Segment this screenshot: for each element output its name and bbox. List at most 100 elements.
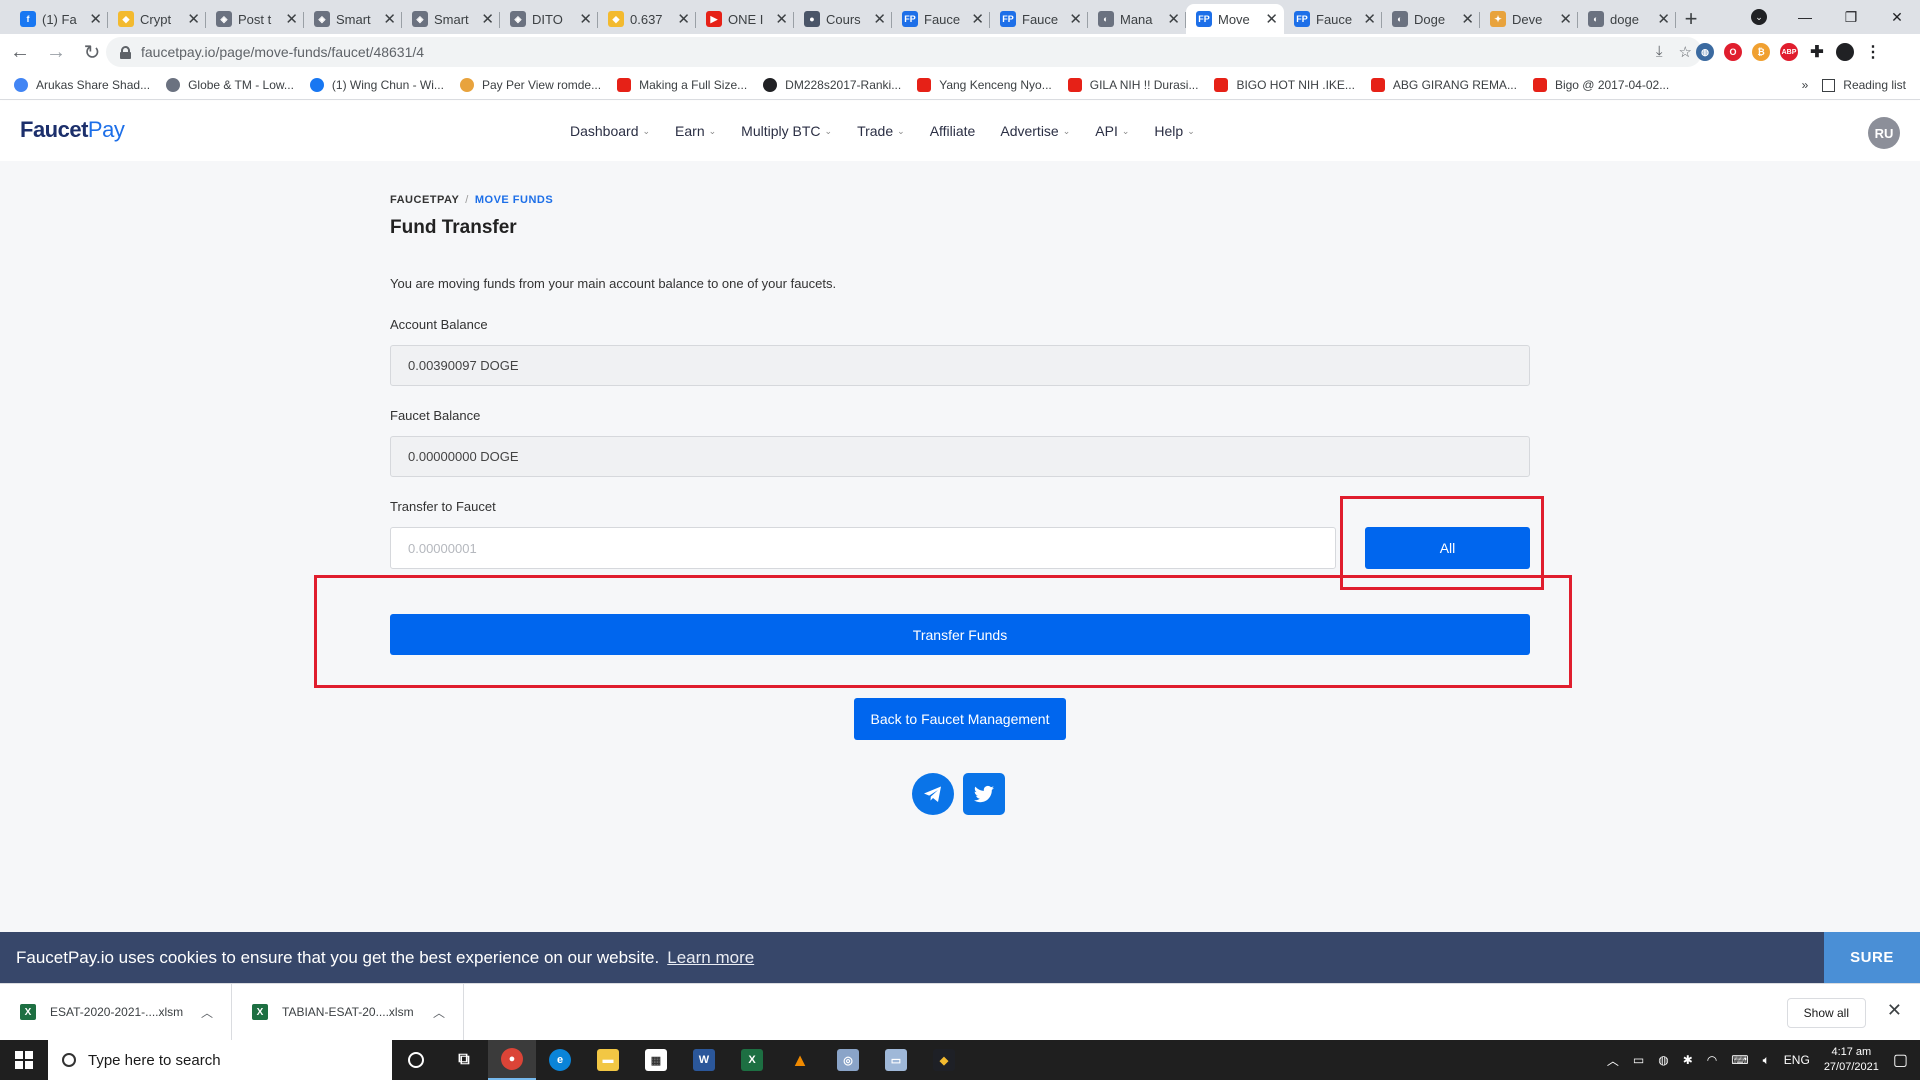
extension-adblock-icon[interactable]: ABP: [1780, 43, 1798, 61]
transfer-amount-input[interactable]: [390, 527, 1336, 569]
store-icon[interactable]: ▦: [632, 1040, 680, 1080]
tray-network-app-icon[interactable]: ◍: [1658, 1053, 1668, 1067]
breadcrumb-root[interactable]: FAUCETPAY: [390, 194, 459, 206]
tab-search-button[interactable]: ⌄: [1748, 6, 1770, 28]
tab-close-icon[interactable]: ✕: [1461, 10, 1474, 28]
minimize-button[interactable]: —: [1782, 0, 1828, 34]
tab-close-icon[interactable]: ✕: [775, 10, 788, 28]
cortana-icon[interactable]: [392, 1040, 440, 1080]
close-downloads-icon[interactable]: ✕: [1887, 1000, 1902, 1021]
nav-item-help[interactable]: Help ⌄: [1154, 123, 1194, 139]
browser-tab[interactable]: FP Fauce ✕: [990, 4, 1088, 34]
chevron-up-icon[interactable]: ︿: [433, 1004, 445, 1021]
browser-tab[interactable]: ◆ Crypt ✕: [108, 4, 206, 34]
tab-close-icon[interactable]: ✕: [481, 10, 494, 28]
browser-tab[interactable]: ◈ Smart ✕: [402, 4, 500, 34]
bookmark-item[interactable]: Bigo @ 2017-04-02...: [1532, 77, 1669, 92]
tray-battery-icon[interactable]: ▭: [1633, 1053, 1644, 1067]
bluetooth-icon[interactable]: ✱: [1683, 1053, 1693, 1067]
browser-menu-icon[interactable]: ⋮: [1864, 43, 1882, 61]
bookmark-item[interactable]: Making a Full Size...: [617, 77, 747, 92]
browser-tab[interactable]: ◐ Mana ✕: [1088, 4, 1186, 34]
restore-button[interactable]: ❐: [1828, 0, 1874, 34]
browser-tab[interactable]: ◈ Smart ✕: [304, 4, 402, 34]
reading-list-button[interactable]: Reading list: [1822, 78, 1906, 92]
task-view-icon[interactable]: ⧉: [440, 1040, 488, 1080]
notifications-icon[interactable]: ▢: [1893, 1050, 1908, 1070]
browser-tab[interactable]: FP Move ✕: [1186, 4, 1284, 34]
clock[interactable]: 4:17 am 27/07/2021: [1824, 1045, 1879, 1075]
bookmark-item[interactable]: Pay Per View romde...: [459, 77, 601, 92]
back-nav-icon[interactable]: ←: [4, 36, 36, 68]
language-indicator[interactable]: ENG: [1784, 1053, 1810, 1067]
tab-close-icon[interactable]: ✕: [873, 10, 886, 28]
browser-tab[interactable]: ◈ DITO ✕: [500, 4, 598, 34]
back-to-faucet-management-button[interactable]: Back to Faucet Management: [854, 698, 1066, 740]
file-explorer-icon[interactable]: ▬: [584, 1040, 632, 1080]
cookie-accept-button[interactable]: SURE: [1824, 932, 1920, 983]
user-avatar[interactable]: RU: [1868, 117, 1900, 149]
nav-item-advertise[interactable]: Advertise ⌄: [1000, 123, 1070, 139]
keyboard-icon[interactable]: ⌨: [1731, 1053, 1748, 1067]
browser-tab[interactable]: ● Cours ✕: [794, 4, 892, 34]
tab-close-icon[interactable]: ✕: [1363, 10, 1376, 28]
browser-tab[interactable]: FP Fauce ✕: [1284, 4, 1382, 34]
browser-tab[interactable]: ▶ ONE I ✕: [696, 4, 794, 34]
edge-icon[interactable]: e: [536, 1040, 584, 1080]
nav-item-dashboard[interactable]: Dashboard ⌄: [570, 123, 650, 139]
download-item[interactable]: X ESAT-2020-2021-....xlsm ︿: [0, 983, 232, 1041]
tab-close-icon[interactable]: ✕: [1167, 10, 1180, 28]
telegram-icon[interactable]: [912, 773, 954, 815]
chrome-icon[interactable]: ●: [488, 1040, 536, 1080]
browser-tab[interactable]: f (1) Fa ✕: [10, 4, 108, 34]
browser-tab[interactable]: ◐ doge ✕: [1578, 4, 1676, 34]
download-item[interactable]: X TABIAN-ESAT-20....xlsm ︿: [232, 983, 464, 1041]
nav-item-multiply-btc[interactable]: Multiply BTC ⌄: [741, 123, 832, 139]
bookmark-item[interactable]: BIGO HOT NIH .IKE...: [1214, 77, 1355, 92]
tray-chevron-icon[interactable]: ︿: [1607, 1052, 1619, 1069]
tab-close-icon[interactable]: ✕: [383, 10, 396, 28]
forward-nav-icon[interactable]: →: [40, 36, 72, 68]
volume-icon[interactable]: 🔈︎: [1763, 1053, 1770, 1068]
breadcrumb-current[interactable]: MOVE FUNDS: [475, 194, 553, 206]
extension-globe-icon[interactable]: ◍: [1696, 43, 1714, 61]
bookmark-item[interactable]: ABG GIRANG REMA...: [1370, 77, 1517, 92]
browser-tab[interactable]: FP Fauce ✕: [892, 4, 990, 34]
bookmark-item[interactable]: (1) Wing Chun - Wi...: [309, 77, 444, 92]
nav-item-earn[interactable]: Earn ⌄: [675, 123, 716, 139]
app-window-icon[interactable]: ▭: [872, 1040, 920, 1080]
new-tab-button[interactable]: +: [1676, 4, 1706, 34]
chevron-up-icon[interactable]: ︿: [201, 1004, 213, 1021]
binance-icon[interactable]: ◆: [920, 1040, 968, 1080]
bookmark-item[interactable]: Yang Kenceng Nyo...: [917, 77, 1052, 92]
extension-coin-icon[interactable]: ₿: [1752, 43, 1770, 61]
tab-close-icon[interactable]: ✕: [187, 10, 200, 28]
word-icon[interactable]: W: [680, 1040, 728, 1080]
browser-tab[interactable]: ◐ Doge ✕: [1382, 4, 1480, 34]
app-icon[interactable]: ◎: [824, 1040, 872, 1080]
bookmark-item[interactable]: Globe & TM - Low...: [166, 77, 294, 92]
bookmark-star-icon[interactable]: ☆: [1679, 43, 1692, 61]
tab-close-icon[interactable]: ✕: [1657, 10, 1670, 28]
browser-tab[interactable]: ✦ Deve ✕: [1480, 4, 1578, 34]
nav-item-api[interactable]: API ⌄: [1095, 123, 1129, 139]
excel-icon[interactable]: X: [728, 1040, 776, 1080]
install-icon[interactable]: ⤓: [1656, 43, 1663, 61]
wifi-icon[interactable]: ◠: [1707, 1053, 1717, 1067]
bookmarks-overflow-icon[interactable]: »: [1802, 78, 1809, 92]
tab-close-icon[interactable]: ✕: [285, 10, 298, 28]
tab-close-icon[interactable]: ✕: [971, 10, 984, 28]
profile-avatar-icon[interactable]: [1836, 43, 1854, 61]
tab-close-icon[interactable]: ✕: [1265, 10, 1278, 28]
url-bar[interactable]: faucetpay.io/page/move-funds/faucet/4863…: [106, 37, 1702, 67]
show-all-downloads-button[interactable]: Show all: [1786, 998, 1866, 1028]
tab-close-icon[interactable]: ✕: [1069, 10, 1082, 28]
nav-item-affiliate[interactable]: Affiliate: [930, 123, 976, 139]
learn-more-link[interactable]: Learn more: [667, 948, 754, 968]
bookmark-item[interactable]: Arukas Share Shad...: [14, 77, 150, 92]
extensions-puzzle-icon[interactable]: ✚: [1808, 43, 1826, 61]
taskbar-search[interactable]: Type here to search: [48, 1040, 392, 1080]
browser-tab[interactable]: ◈ Post t ✕: [206, 4, 304, 34]
tab-close-icon[interactable]: ✕: [677, 10, 690, 28]
tab-close-icon[interactable]: ✕: [579, 10, 592, 28]
